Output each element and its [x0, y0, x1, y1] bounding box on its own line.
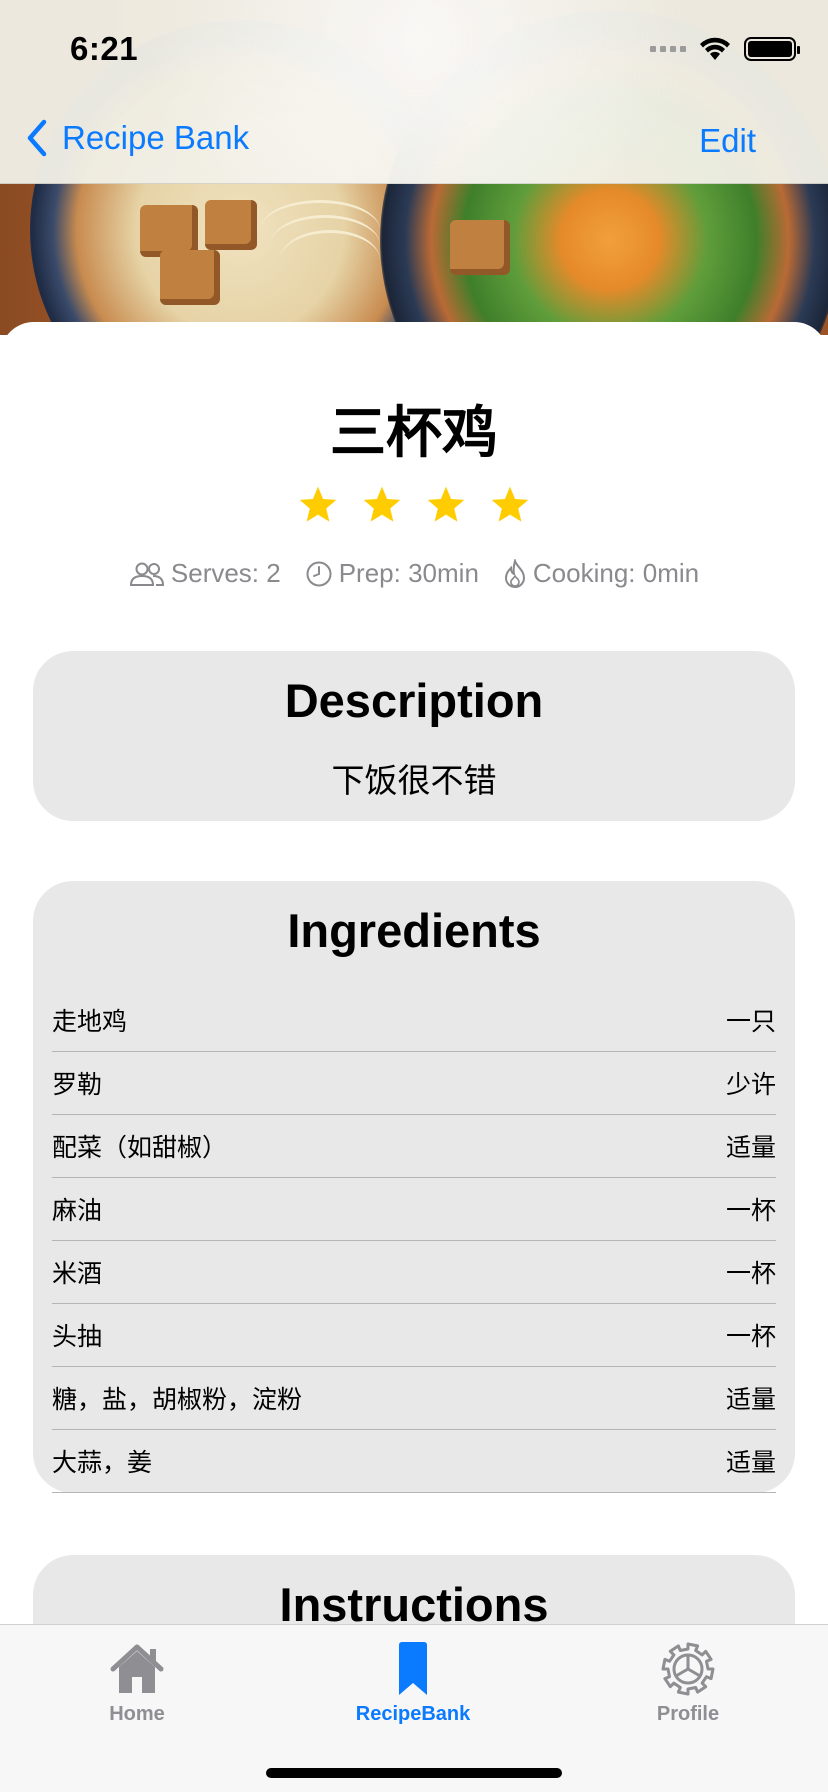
- serves-text: Serves: 2: [170, 558, 281, 588]
- status-time: 6:21: [70, 30, 139, 67]
- ingredient-name: 米酒: [52, 1259, 103, 1288]
- tab-home[interactable]: Home: [37, 1625, 237, 1726]
- flame-icon: [504, 558, 525, 588]
- tofu-piece: [160, 250, 220, 305]
- tab-profile-label: Profile: [656, 1703, 720, 1725]
- home-indicator: [266, 1768, 562, 1778]
- ingredient-name: 大蒜，姜: [52, 1448, 153, 1477]
- ingredient-name: 走地鸡: [52, 1007, 128, 1036]
- ingredient-row: 大蒜，姜 适量: [52, 1430, 776, 1493]
- ingredient-amount: 少许: [725, 1070, 776, 1099]
- ingredients-card: Ingredients 走地鸡 一只 罗勒 少许 配菜（如甜椒） 适量 麻油 一杯 米酒…: [33, 881, 795, 1493]
- chevron-left-icon: [27, 119, 47, 157]
- serves-info: Serves: 2: [129, 558, 281, 589]
- cooking-text: Cooking: 0min: [532, 558, 700, 588]
- tab-bar: Home RecipeBank Profile: [0, 1624, 828, 1792]
- ingredient-amount: 一杯: [725, 1196, 776, 1225]
- ingredient-name: 头抽: [52, 1322, 103, 1351]
- back-button[interactable]: Recipe Bank: [24, 118, 249, 158]
- ingredient-amount: 一杯: [725, 1322, 776, 1351]
- cooking-info: Cooking: 0min: [503, 558, 699, 589]
- tofu-piece: [205, 200, 257, 250]
- prep-info: Prep: 30min: [305, 558, 479, 589]
- ingredient-name: 罗勒: [52, 1070, 103, 1099]
- status-icons: [650, 36, 800, 62]
- ingredient-name: 配菜（如甜椒）: [52, 1133, 228, 1162]
- cellular-signal-icon: [650, 46, 686, 52]
- ingredient-amount: 适量: [725, 1385, 776, 1414]
- tab-home-label: Home: [109, 1703, 165, 1725]
- star-icon[interactable]: [297, 484, 339, 526]
- ingredient-amount: 适量: [725, 1133, 776, 1162]
- wifi-icon: [700, 37, 730, 60]
- recipe-meta: Serves: 2 Prep: 30min Cooking: 0min: [0, 558, 828, 589]
- instructions-heading: Instructions: [279, 1578, 549, 1631]
- ingredient-row: 头抽 一杯: [52, 1304, 776, 1367]
- description-card: Description 下饭很不错: [33, 651, 795, 821]
- ingredient-row: 米酒 一杯: [52, 1241, 776, 1304]
- ingredients-heading: Ingredients: [287, 904, 541, 957]
- tofu-piece: [450, 220, 510, 275]
- tab-recipebank-label: RecipeBank: [355, 1703, 471, 1725]
- battery-icon: [744, 37, 800, 61]
- description-text: 下饭很不错: [331, 761, 497, 800]
- edit-button[interactable]: Edit: [699, 122, 756, 160]
- ingredient-amount: 一只: [725, 1007, 776, 1036]
- prep-text: Prep: 30min: [338, 558, 479, 588]
- ingredient-row: 走地鸡 一只: [52, 989, 776, 1052]
- noodle-strand: [280, 230, 380, 290]
- people-icon: [129, 562, 164, 586]
- star-icon[interactable]: [361, 484, 403, 526]
- ingredient-row: 配菜（如甜椒） 适量: [52, 1115, 776, 1178]
- bookmark-icon: [399, 1642, 427, 1695]
- clock-icon: [306, 561, 332, 586]
- ingredient-name: 麻油: [52, 1196, 103, 1225]
- ingredient-amount: 适量: [725, 1448, 776, 1477]
- house-icon: [110, 1644, 164, 1693]
- recipe-title: 三杯鸡: [330, 401, 498, 466]
- star-icon[interactable]: [489, 484, 531, 526]
- ingredient-row: 麻油 一杯: [52, 1178, 776, 1241]
- ingredient-name: 糖，盐，胡椒粉，淀粉: [52, 1385, 303, 1414]
- rating-stars: [0, 484, 828, 526]
- ingredient-row: 罗勒 少许: [52, 1052, 776, 1115]
- ingredient-row: 糖，盐，胡椒粉，淀粉 适量: [52, 1367, 776, 1430]
- description-heading: Description: [284, 674, 544, 727]
- star-icon[interactable]: [425, 484, 467, 526]
- ingredient-amount: 一杯: [725, 1259, 776, 1288]
- back-button-label: Recipe Bank: [62, 119, 250, 156]
- navigation-header: 6:21 Recipe Bank Edit: [0, 0, 828, 184]
- tab-profile[interactable]: Profile: [588, 1625, 788, 1726]
- ingredients-list: 走地鸡 一只 罗勒 少许 配菜（如甜椒） 适量 麻油 一杯 米酒 一杯 头抽 一杯 糖，盐，…: [52, 989, 776, 1493]
- tab-recipebank[interactable]: RecipeBank: [313, 1625, 513, 1726]
- gear-icon: [661, 1642, 715, 1696]
